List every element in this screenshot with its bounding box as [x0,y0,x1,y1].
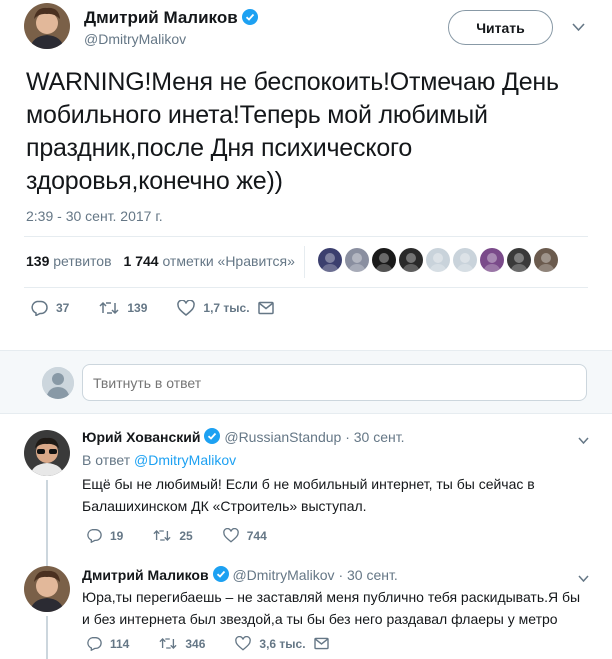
author-name-row: Дмитрий Маликов [84,8,258,28]
retweet-button[interactable]: 346 [159,636,205,651]
reply-button[interactable]: 19 [86,528,123,543]
main-tweet: Дмитрий Маликов @DmitryMalikov Читать WA… [0,0,612,340]
reply-tweet: Дмитрий Маликов @DmitryMalikov · 30 сент… [0,556,612,659]
reply-tweet: Юрий Хованский @RussianStandup · 30 сент… [0,414,612,566]
in-reply-to-link[interactable]: @DmitryMalikov [134,452,236,468]
reply-count: 37 [56,301,70,315]
reply-count: 19 [110,528,124,543]
reply-input[interactable] [82,364,587,401]
reply-author-avatar[interactable] [24,430,70,476]
reply-text: Ещё бы не любимый! Если б не мобильный и… [82,476,535,514]
tweet-stats: 139 ретвитов 1 744 отметки «Нравится» [26,253,295,269]
verified-badge-icon [241,9,258,25]
reply-actions: 19 25 744 [86,528,297,543]
like-count: 3,6 тыс. [259,636,306,651]
heart-icon [222,528,239,543]
reply-author-handle[interactable]: @DmitryMalikov [232,567,334,583]
heart-icon [177,300,196,316]
liker-avatar[interactable] [507,248,531,272]
liker-avatar[interactable] [453,248,477,272]
envelope-icon [313,637,329,650]
chevron-down-icon[interactable] [578,433,589,448]
chevron-down-icon[interactable] [578,571,589,586]
retweet-count: 139 [127,301,148,315]
reply-button[interactable]: 37 [30,300,69,316]
retweet-icon [159,638,177,649]
divider [24,236,588,237]
direct-message-button[interactable] [313,637,329,650]
verified-badge-icon [212,566,229,582]
tweet-actions: 37 139 1,7 тыс. [30,300,304,316]
like-button[interactable]: 3,6 тыс. [235,636,306,651]
tweet-text: WARNING!Меня не беспокоить!Отмечаю День … [26,68,559,195]
author-handle[interactable]: @DmitryMalikov [84,31,186,47]
reply-time[interactable]: · 30 сент. [338,567,397,583]
reply-compose-area [0,350,612,414]
user-avatar [42,367,74,399]
liker-avatar[interactable] [426,248,450,272]
liker-avatar[interactable] [372,248,396,272]
liker-avatar[interactable] [318,248,342,272]
liker-avatar[interactable] [399,248,423,272]
chevron-down-icon[interactable] [572,20,585,35]
direct-message-button[interactable] [257,301,274,315]
thread-line [46,480,48,566]
reply-icon [87,637,102,651]
retweet-count: 25 [179,528,193,543]
liker-avatar[interactable] [480,248,504,272]
reply-icon [31,300,48,316]
like-count: 1,7 тыс. [203,301,250,315]
follow-button[interactable]: Читать [448,10,553,45]
author-name[interactable]: Дмитрий Маликов [84,8,238,27]
heart-icon [235,636,252,651]
reply-icon [87,529,102,543]
reply-header: Дмитрий Маликов @DmitryMalikov · 30 сент… [82,566,398,583]
reply-author-name[interactable]: Юрий Хованский [82,429,200,445]
reply-author-name[interactable]: Дмитрий Маликов [82,567,209,583]
author-avatar[interactable] [24,3,70,49]
thread-line [46,616,48,659]
retweet-count: 346 [185,636,206,651]
retweet-button[interactable]: 139 [99,300,147,316]
in-reply-to: В ответ @DmitryMalikov [82,452,237,468]
retweet-icon [99,301,119,315]
likers-avatars[interactable] [318,248,558,272]
reply-button[interactable]: 114 [86,636,129,651]
reply-time[interactable]: · 30 сент. [345,429,404,445]
like-button[interactable]: 1,7 тыс. [177,300,250,316]
like-button[interactable]: 744 [222,528,267,543]
likes-stat[interactable]: 1 744 отметки «Нравится» [124,253,295,269]
retweet-icon [153,530,171,541]
reply-author-handle[interactable]: @RussianStandup [224,429,341,445]
reply-author-avatar[interactable] [24,566,70,612]
divider [24,287,588,288]
reply-count: 114 [110,636,130,651]
liker-avatar[interactable] [534,248,558,272]
liker-avatar[interactable] [345,248,369,272]
like-count: 744 [246,528,267,543]
tweet-date[interactable]: 2:39 - 30 сент. 2017 г. [26,208,163,224]
retweet-button[interactable]: 25 [153,528,193,543]
stat-separator [304,246,305,278]
verified-badge-icon [204,428,221,444]
reply-header: Юрий Хованский @RussianStandup · 30 сент… [82,428,404,445]
reply-actions: 114 346 3,6 тыс. [86,636,359,651]
reply-text: Юра,ты перегибаешь – не заставляй меня п… [82,589,581,627]
envelope-icon [257,301,274,315]
retweets-stat[interactable]: 139 ретвитов [26,253,112,269]
